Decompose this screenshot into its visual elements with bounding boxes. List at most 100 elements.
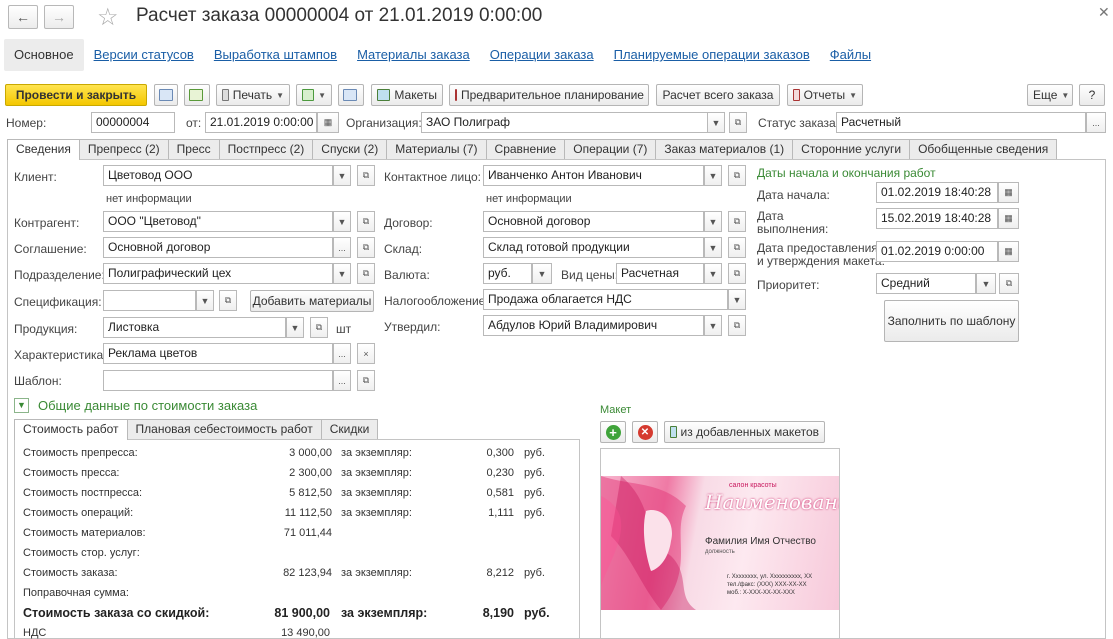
date-field[interactable]: 21.01.2019 0:00:00 — [205, 112, 317, 133]
fill-by-template-button[interactable]: Заполнить по шаблону — [884, 300, 1019, 342]
close-icon[interactable]: ✕ — [1098, 4, 1110, 21]
done-date-field[interactable]: 15.02.2019 18:40:28 — [876, 208, 998, 229]
client-field[interactable]: Цветовод ООО — [103, 165, 333, 186]
nav-tab-files[interactable]: Файлы — [820, 39, 881, 71]
presentation-date-field[interactable]: 01.02.2019 0:00:00 — [876, 241, 998, 262]
number-field[interactable]: 00000004 — [91, 112, 175, 133]
forward-button[interactable]: → — [44, 5, 74, 29]
product-field[interactable]: Листовка — [103, 317, 286, 338]
nav-tab-main[interactable]: Основное — [4, 39, 84, 71]
agreement-select-button[interactable]: ... — [333, 237, 351, 258]
template-field[interactable] — [103, 370, 333, 391]
tab-work-cost[interactable]: Стоимость работ — [14, 419, 128, 440]
status-field[interactable]: Расчетный — [836, 112, 1086, 133]
calendar-button[interactable]: ▦ — [317, 112, 339, 133]
contractor-open-button[interactable]: ⧉ — [357, 211, 375, 232]
agreement-open-button[interactable]: ⧉ — [357, 237, 375, 258]
currency-dropdown[interactable]: ▼ — [532, 263, 552, 284]
client-open-button[interactable]: ⧉ — [357, 165, 375, 186]
spec-open-button[interactable]: ⧉ — [219, 290, 237, 311]
print-button[interactable]: Печать ▼ — [216, 84, 290, 106]
tab-discounts[interactable]: Скидки — [320, 419, 379, 439]
tab-postpress[interactable]: Постпресс (2) — [218, 139, 314, 159]
warehouse-dropdown[interactable]: ▼ — [704, 237, 722, 258]
tab-compare[interactable]: Сравнение — [485, 139, 566, 159]
delete-layout-button[interactable]: ✕ — [632, 421, 658, 443]
contractor-dropdown[interactable]: ▼ — [333, 211, 351, 232]
agreement-field[interactable]: Основной договор — [103, 237, 333, 258]
tab-press[interactable]: Пресс — [167, 139, 220, 159]
calc-all-button[interactable]: Расчет всего заказа — [656, 84, 780, 106]
tab-prepress[interactable]: Препресс (2) — [78, 139, 169, 159]
price-type-field[interactable]: Расчетная — [616, 263, 704, 284]
add-materials-button[interactable]: Добавить материалы — [250, 290, 374, 312]
approver-dropdown[interactable]: ▼ — [704, 315, 722, 336]
from-added-layouts-button[interactable]: из добавленных макетов — [664, 421, 825, 443]
nav-tab-stamps[interactable]: Выработка штампов — [204, 39, 347, 71]
create-based-button[interactable]: ▼ — [296, 84, 332, 106]
approver-field[interactable]: Абдулов Юрий Владимирович — [483, 315, 704, 336]
tab-summary[interactable]: Обобщенные сведения — [909, 139, 1058, 159]
post-and-close-button[interactable]: Провести и закрыть — [5, 84, 147, 106]
department-field[interactable]: Полиграфический цех — [103, 263, 333, 284]
spec-field[interactable] — [103, 290, 196, 311]
layouts-button[interactable]: Макеты — [371, 84, 443, 106]
more-button[interactable]: Еще ▼ — [1027, 84, 1073, 106]
org-open-button[interactable]: ⧉ — [729, 112, 747, 133]
priority-dropdown[interactable]: ▼ — [976, 273, 996, 294]
contractor-field[interactable]: ООО "Цветовод" — [103, 211, 333, 232]
characteristic-field[interactable]: Реклама цветов — [103, 343, 333, 364]
template-open-button[interactable]: ⧉ — [357, 370, 375, 391]
priority-field[interactable]: Средний — [876, 273, 976, 294]
contact-open-button[interactable]: ⧉ — [728, 165, 746, 186]
nav-tab-status-versions[interactable]: Версии статусов — [84, 39, 204, 71]
tab-impositions[interactable]: Спуски (2) — [312, 139, 388, 159]
characteristic-select-button[interactable]: ... — [333, 343, 351, 364]
start-date-calendar[interactable]: ▦ — [998, 182, 1019, 203]
contract-dropdown[interactable]: ▼ — [704, 211, 722, 232]
done-date-calendar[interactable]: ▦ — [998, 208, 1019, 229]
contact-field[interactable]: Иванченко Антон Иванович — [483, 165, 704, 186]
back-button[interactable]: ← — [8, 5, 38, 29]
status-select-button[interactable]: ... — [1086, 112, 1106, 133]
tax-field[interactable]: Продажа облагается НДС — [483, 289, 728, 310]
prelim-planning-button[interactable]: Предварительное планирование — [449, 84, 649, 106]
warehouse-field[interactable]: Склад готовой продукции — [483, 237, 704, 258]
price-type-open-button[interactable]: ⧉ — [728, 263, 746, 284]
tab-materials[interactable]: Материалы (7) — [386, 139, 487, 159]
price-type-dropdown[interactable]: ▼ — [704, 263, 722, 284]
contract-field[interactable]: Основной договор — [483, 211, 704, 232]
nav-tab-operations[interactable]: Операции заказа — [480, 39, 604, 71]
save-button[interactable] — [154, 84, 178, 106]
contact-dropdown[interactable]: ▼ — [704, 165, 722, 186]
priority-open-button[interactable]: ⧉ — [999, 273, 1019, 294]
add-layout-button[interactable]: + — [600, 421, 626, 443]
org-field[interactable]: ЗАО Полиграф — [421, 112, 708, 133]
structure-button[interactable] — [338, 84, 364, 106]
department-dropdown[interactable]: ▼ — [333, 263, 351, 284]
help-button[interactable]: ? — [1079, 84, 1105, 106]
department-open-button[interactable]: ⧉ — [357, 263, 375, 284]
approver-open-button[interactable]: ⧉ — [728, 315, 746, 336]
collapse-toggle[interactable]: ▼ — [14, 398, 29, 413]
spec-dropdown[interactable]: ▼ — [196, 290, 214, 311]
product-dropdown[interactable]: ▼ — [286, 317, 304, 338]
tab-third-party[interactable]: Сторонние услуги — [792, 139, 911, 159]
star-icon[interactable]: ☆ — [97, 3, 119, 32]
template-select-button[interactable]: ... — [333, 370, 351, 391]
warehouse-open-button[interactable]: ⧉ — [728, 237, 746, 258]
post-button[interactable] — [184, 84, 210, 106]
tax-dropdown[interactable]: ▼ — [728, 289, 746, 310]
presentation-date-calendar[interactable]: ▦ — [998, 241, 1019, 262]
tab-operations[interactable]: Операции (7) — [564, 139, 657, 159]
reports-button[interactable]: Отчеты ▼ — [787, 84, 863, 106]
contract-open-button[interactable]: ⧉ — [728, 211, 746, 232]
nav-tab-materials[interactable]: Материалы заказа — [347, 39, 480, 71]
tab-material-order[interactable]: Заказ материалов (1) — [655, 139, 794, 159]
product-open-button[interactable]: ⧉ — [310, 317, 328, 338]
start-date-field[interactable]: 01.02.2019 18:40:28 — [876, 182, 998, 203]
tab-planned-cost[interactable]: Плановая себестоимость работ — [126, 419, 322, 439]
org-dropdown[interactable]: ▼ — [707, 112, 725, 133]
client-dropdown[interactable]: ▼ — [333, 165, 351, 186]
characteristic-clear-button[interactable]: × — [357, 343, 375, 364]
